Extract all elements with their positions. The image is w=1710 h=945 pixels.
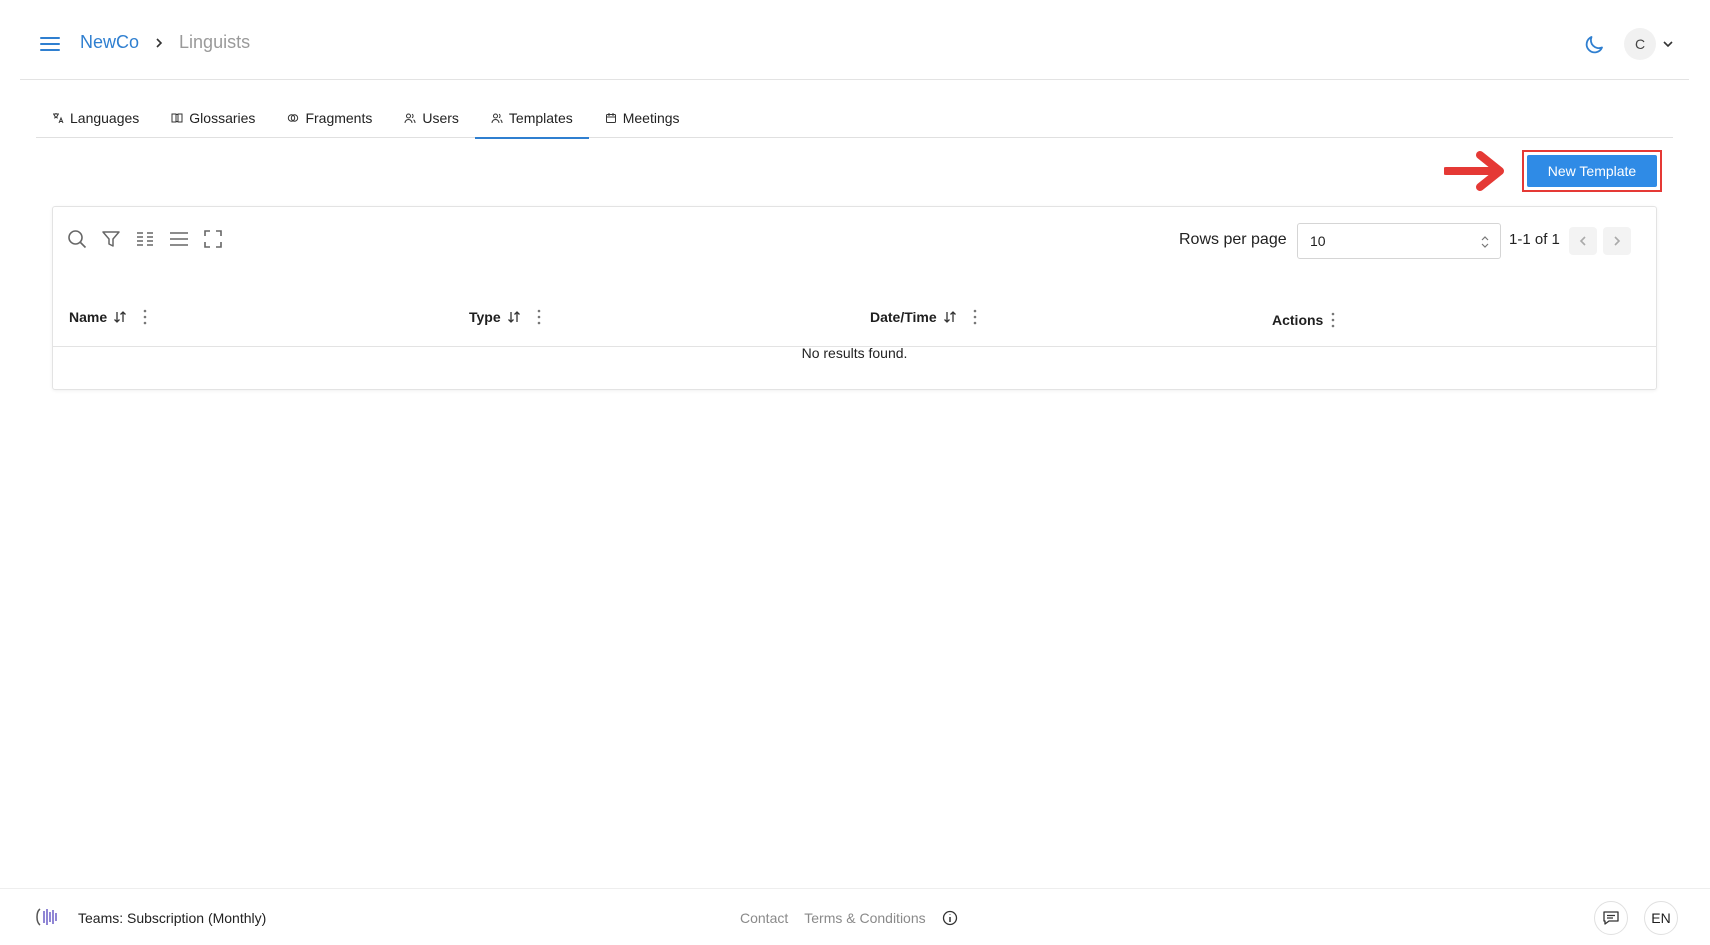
footer: Teams: Subscription (Monthly) Contact Te… [0,888,1710,945]
users-icon [404,113,416,124]
density-icon[interactable] [169,229,189,249]
tab-label: Templates [508,110,573,126]
avatar: C [1624,28,1656,60]
book-icon [171,113,183,123]
sort-icon[interactable] [943,310,957,324]
column-label: Actions [1272,312,1324,328]
tab-templates[interactable]: Templates [474,98,589,139]
tab-label: Users [422,110,459,126]
hamburger-menu-icon[interactable] [38,32,62,56]
column-header-name[interactable]: Name [69,293,147,341]
translate-icon [53,113,64,124]
tab-users[interactable]: Users [388,98,475,138]
fragments-icon [288,114,299,122]
info-icon[interactable] [942,910,958,926]
dark-mode-moon-icon[interactable] [1582,33,1606,57]
column-header-type[interactable]: Type [469,293,541,341]
tab-label: Fragments [305,110,373,126]
chat-button[interactable] [1594,901,1628,935]
rows-per-page-select[interactable]: 10 [1297,223,1501,259]
table-toolbar [67,229,223,249]
user-menu[interactable]: C [1624,28,1674,60]
next-page-button[interactable] [1603,227,1631,255]
terms-link[interactable]: Terms & Conditions [804,910,925,926]
new-template-label: New Template [1527,155,1657,187]
breadcrumb: NewCo Linguists [80,32,250,53]
chevron-right-icon [1614,236,1621,246]
rows-per-page-label: Rows per page [1179,231,1287,248]
column-label: Name [69,309,108,325]
tab-languages[interactable]: Languages [36,98,155,138]
columns-icon[interactable] [135,229,155,249]
column-menu-icon[interactable] [143,309,147,325]
templates-table-card: Rows per page 10 1-1 of 1 Name Type Date… [52,206,1657,390]
tab-label: Languages [70,110,140,126]
sort-icon[interactable] [113,310,127,324]
chevron-left-icon [1579,236,1586,246]
sort-icon[interactable] [507,310,521,324]
new-template-button[interactable]: New Template [1522,150,1662,192]
column-header-actions[interactable]: Actions [1272,296,1335,344]
tab-glossaries[interactable]: Glossaries [155,98,271,138]
pagination-info: 1-1 of 1 [1509,231,1560,248]
tab-bar: Languages Glossaries Fragments Users Tem… [36,98,1673,139]
column-menu-icon[interactable] [1331,312,1335,328]
table-header: Name Type Date/Time Actions [53,293,1656,347]
filter-icon[interactable] [101,229,121,249]
select-caret-icon [1481,236,1489,248]
tab-label: Glossaries [189,110,256,126]
language-button[interactable]: EN [1644,901,1678,935]
app-logo-icon [36,908,57,926]
fullscreen-icon[interactable] [203,229,223,249]
previous-page-button[interactable] [1569,227,1597,255]
chevron-down-icon [1663,41,1673,48]
column-header-datetime[interactable]: Date/Time [870,293,977,341]
page: NewCo Linguists C Languages Glossaries F… [0,0,1710,945]
search-icon[interactable] [67,229,87,249]
breadcrumb-current: Linguists [179,32,251,52]
subscription-plan: Teams: Subscription (Monthly) [78,910,267,926]
column-menu-icon[interactable] [537,309,541,325]
breadcrumb-org-link[interactable]: NewCo [80,32,139,53]
tab-label: Meetings [622,110,680,126]
top-header: NewCo Linguists C [20,0,1689,80]
empty-table-message: No results found. [801,345,908,361]
footer-links: Contact Terms & Conditions [740,910,958,926]
chevron-right-icon [153,37,165,49]
column-menu-icon[interactable] [973,309,977,325]
arrow-right-annotation-icon [1444,151,1504,191]
rows-per-page-value: 10 [1310,233,1326,249]
column-label: Type [469,309,501,325]
tab-fragments[interactable]: Fragments [271,98,388,138]
calendar-icon [605,113,616,123]
contact-link[interactable]: Contact [740,910,788,926]
column-label: Date/Time [870,309,937,325]
chat-icon [1603,911,1619,925]
tab-meetings[interactable]: Meetings [589,98,696,138]
users-icon [491,113,503,124]
